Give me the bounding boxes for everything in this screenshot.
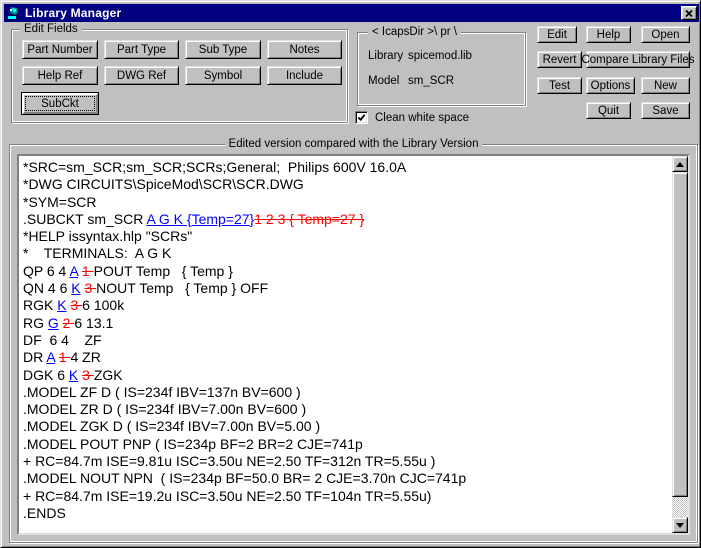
code-line: RGK K 3 6 100k xyxy=(23,297,670,314)
library-value: spicemod.lib xyxy=(408,50,472,62)
code-line: *SRC=sm_SCR;sm_SCR;SCRs;General; Philips… xyxy=(23,159,670,176)
code-line: RG G 2 6 13.1 xyxy=(23,315,670,332)
subckt-button[interactable]: SubCkt xyxy=(21,92,99,115)
clean-white-space-checkbox[interactable] xyxy=(355,111,368,124)
code-line: .MODEL NOUT NPN ( IS=234p BF=50.0 BR= 2 … xyxy=(23,470,670,487)
save-button[interactable]: Save xyxy=(641,102,690,119)
clean-white-space-option: Clean white space xyxy=(355,111,469,124)
help-button[interactable]: Help xyxy=(586,26,631,43)
code-line: QN 4 6 K 3 NOUT Temp { Temp } OFF xyxy=(23,280,670,297)
model-value: sm_SCR xyxy=(408,75,454,87)
model-label: Model xyxy=(368,75,399,87)
code-line: .MODEL ZR D ( IS=234f IBV=7.00n BV=600 ) xyxy=(23,401,670,418)
code-line: .MODEL ZGK D ( IS=234f IBV=7.00n BV=5.00… xyxy=(23,418,670,435)
test-button[interactable]: Test xyxy=(537,77,582,94)
code-line: DF 6 4 ZF xyxy=(23,332,670,349)
scroll-up-button[interactable] xyxy=(672,156,688,172)
arrow-down-icon xyxy=(676,523,684,528)
code-line: DR A 1 4 ZR xyxy=(23,349,670,366)
compare-library-files-button[interactable]: Compare Library Files xyxy=(586,51,690,68)
compare-panel: Edited version compared with the Library… xyxy=(9,144,698,543)
code-line: + RC=84.7m ISE=19.2u ISC=3.50u NE=2.50 T… xyxy=(23,488,670,505)
scroll-down-button[interactable] xyxy=(672,517,688,533)
library-info-group: < IcapsDir >\ pr \ Library spicemod.lib … xyxy=(357,32,526,106)
new-button[interactable]: New xyxy=(641,77,690,94)
code-line: .MODEL ZF D ( IS=234f IBV=137n BV=600 ) xyxy=(23,384,670,401)
code-line: .MODEL POUT PNP ( IS=234p BF=2 BR=2 CJE=… xyxy=(23,436,670,453)
symbol-button[interactable]: Symbol xyxy=(185,66,261,85)
help-ref-button[interactable]: Help Ref xyxy=(22,66,98,85)
close-icon xyxy=(685,10,693,17)
sub-type-button[interactable]: Sub Type xyxy=(185,40,261,59)
edit-fields-legend: Edit Fields xyxy=(20,23,82,35)
quit-button[interactable]: Quit xyxy=(586,102,631,119)
library-info-legend: < IcapsDir >\ pr \ xyxy=(368,26,461,38)
code-line: .SUBCKT sm_SCR A G K {Temp=27}1 2 3 { Te… xyxy=(23,211,670,228)
code-line: * TERMINALS: A G K xyxy=(23,245,670,262)
scrollbar-thumb[interactable] xyxy=(672,172,688,497)
part-type-button[interactable]: Part Type xyxy=(104,40,179,59)
library-label: Library xyxy=(368,50,403,62)
options-button[interactable]: Options xyxy=(586,77,635,94)
library-manager-window: Library Manager Edit Fields Part Number … xyxy=(0,0,701,548)
code-line: *HELP issyntax.hlp "SCRs" xyxy=(23,228,670,245)
revert-button[interactable]: Revert xyxy=(537,51,582,68)
code-line: QP 6 4 A 1 POUT Temp { Temp } xyxy=(23,263,670,280)
dwg-ref-button[interactable]: DWG Ref xyxy=(104,66,179,85)
edit-button[interactable]: Edit xyxy=(537,26,577,43)
code-line: .ENDS xyxy=(23,505,670,522)
title-bar: Library Manager xyxy=(4,4,699,22)
clean-white-space-label: Clean white space xyxy=(375,112,469,124)
arrow-up-icon xyxy=(676,162,684,167)
compare-panel-legend: Edited version compared with the Library… xyxy=(225,138,483,150)
diff-view[interactable]: *SRC=sm_SCR;sm_SCR;SCRs;General; Philips… xyxy=(17,154,690,535)
notes-button[interactable]: Notes xyxy=(267,40,342,59)
include-button[interactable]: Include xyxy=(267,66,342,85)
vertical-scrollbar[interactable] xyxy=(672,156,688,533)
open-button[interactable]: Open xyxy=(641,26,690,43)
code-lines: *SRC=sm_SCR;sm_SCR;SCRs;General; Philips… xyxy=(19,156,672,533)
app-icon[interactable] xyxy=(6,6,22,21)
checkmark-icon xyxy=(357,113,366,122)
code-line: DGK 6 K 3 ZGK xyxy=(23,367,670,384)
close-button[interactable] xyxy=(681,6,697,20)
window-title: Library Manager xyxy=(25,6,121,20)
part-number-button[interactable]: Part Number xyxy=(22,40,98,59)
code-line: *SYM=SCR xyxy=(23,194,670,211)
code-line: + RC=84.7m ISE=9.81u ISC=3.50u NE=2.50 T… xyxy=(23,453,670,470)
code-line: *DWG CIRCUITS\SpiceMod\SCR\SCR.DWG xyxy=(23,176,670,193)
